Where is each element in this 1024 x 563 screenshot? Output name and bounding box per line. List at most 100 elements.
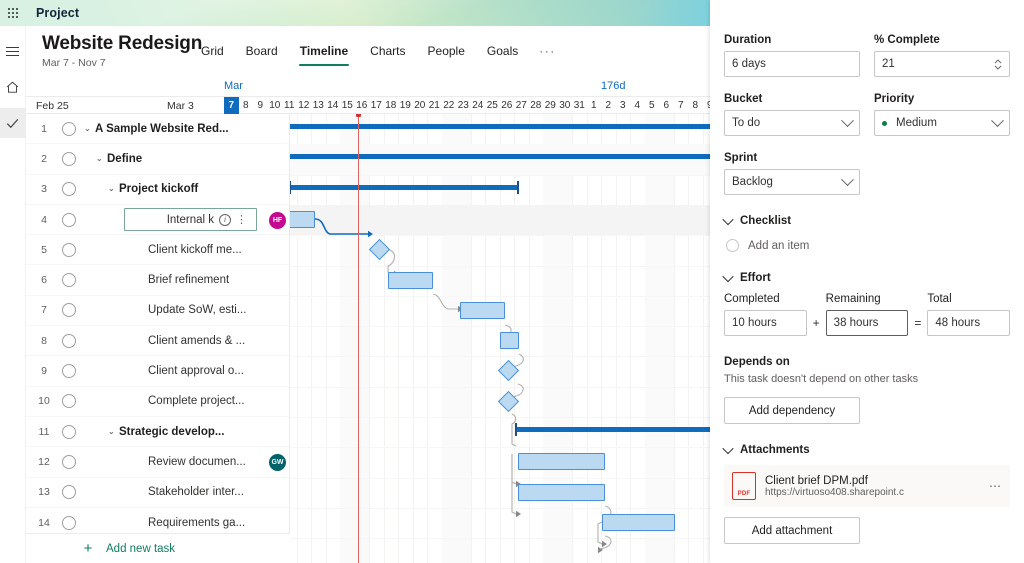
table-row[interactable]: 7Update SoW, esti...	[26, 296, 289, 326]
task-complete-checkbox[interactable]	[62, 273, 76, 287]
ruler-day-cell[interactable]: 30	[558, 97, 573, 115]
ruler-day-cell[interactable]: 10	[268, 97, 283, 115]
table-row[interactable]: 6Brief refinement	[26, 265, 289, 295]
gantt-task-bar[interactable]	[500, 332, 519, 349]
ruler-day-cell[interactable]: 17	[369, 97, 384, 115]
table-row[interactable]: 2⌄Define	[26, 144, 289, 174]
tabs-overflow-button[interactable]: ···	[529, 42, 566, 68]
gantt-task-bar[interactable]	[388, 272, 433, 289]
ruler-day-cell[interactable]: 29	[543, 97, 558, 115]
add-attachment-button[interactable]: Add attachment	[724, 517, 860, 544]
table-row[interactable]: 11⌄Strategic develop...	[26, 417, 289, 447]
ruler-day-cell[interactable]: 22	[442, 97, 457, 115]
chevron-down-icon[interactable]: ⌄	[108, 184, 117, 193]
table-row[interactable]: 3⌄Project kickoff	[26, 175, 289, 205]
sprint-select[interactable]: Backlog	[724, 169, 860, 195]
ruler-day-cell[interactable]: 6	[659, 97, 674, 115]
effort-section-header[interactable]: Effort	[724, 272, 1010, 284]
task-name[interactable]: Client amends & ...	[84, 335, 289, 347]
task-name[interactable]: ⌄Project kickoff	[84, 183, 289, 195]
priority-select[interactable]: Medium	[874, 110, 1010, 136]
ruler-day-cell[interactable]: 27	[514, 97, 529, 115]
task-complete-checkbox[interactable]	[62, 425, 76, 439]
ruler-day-cell[interactable]: 2	[601, 97, 616, 115]
ruler-day-cell[interactable]: 8	[688, 97, 703, 115]
task-assignee-avatar[interactable]: GW	[269, 454, 286, 471]
app-launcher-icon[interactable]	[0, 0, 26, 26]
ruler-day-cell[interactable]: 18	[384, 97, 399, 115]
tab-charts[interactable]: Charts	[359, 42, 416, 68]
task-complete-checkbox[interactable]	[62, 455, 76, 469]
gantt-task-bar[interactable]	[518, 453, 605, 470]
ruler-day-cell[interactable]: 4	[630, 97, 645, 115]
ruler-day-cell[interactable]: 31	[572, 97, 587, 115]
effort-completed-input[interactable]: 10 hours	[724, 310, 807, 336]
task-complete-checkbox[interactable]	[62, 394, 76, 408]
spinner-icon[interactable]	[994, 59, 1002, 70]
task-name[interactable]: Stakeholder inter...	[84, 486, 289, 498]
task-complete-checkbox[interactable]	[62, 182, 76, 196]
task-complete-checkbox[interactable]	[62, 243, 76, 257]
duration-input[interactable]: 6 days	[724, 51, 860, 77]
table-row[interactable]: 5Client kickoff me...	[26, 235, 289, 265]
info-icon[interactable]: i	[219, 214, 231, 226]
table-row[interactable]: 9Client approval o...	[26, 356, 289, 386]
ruler-day-cell[interactable]: 24	[471, 97, 486, 115]
ruler-day-cell[interactable]: 15	[340, 97, 355, 115]
gantt-task-bar[interactable]	[460, 302, 505, 319]
gantt-task-bar[interactable]	[518, 484, 605, 501]
task-name[interactable]: Brief refinement	[84, 274, 289, 286]
task-name[interactable]: ⌄A Sample Website Red...	[84, 123, 289, 135]
task-name[interactable]: Requirements ga...	[84, 517, 289, 529]
table-row[interactable]: 12Review documen...GW	[26, 447, 289, 477]
tab-timeline[interactable]: Timeline	[289, 42, 359, 68]
ruler-day-cell[interactable]: 11	[282, 97, 297, 115]
task-assignee-avatar[interactable]: HF	[269, 212, 286, 229]
task-complete-checkbox[interactable]	[62, 516, 76, 530]
ruler-day-cell[interactable]: 28	[529, 97, 544, 115]
task-complete-checkbox[interactable]	[62, 364, 76, 378]
ruler-day-cell[interactable]: 3	[616, 97, 631, 115]
ruler-day-cell[interactable]: 26	[500, 97, 515, 115]
ruler-day-cell[interactable]: 21	[427, 97, 442, 115]
table-row[interactable]: 13Stakeholder inter...	[26, 478, 289, 508]
task-name[interactable]: ⌄Strategic develop...	[84, 426, 289, 438]
checklist-add-item[interactable]: Add an item	[724, 239, 1010, 252]
tab-goals[interactable]: Goals	[476, 42, 529, 68]
task-complete-checkbox[interactable]	[62, 152, 76, 166]
suite-title[interactable]: Project	[36, 6, 79, 20]
ruler-day-cell[interactable]: 5	[645, 97, 660, 115]
task-complete-checkbox[interactable]	[62, 122, 76, 136]
tab-people[interactable]: People	[417, 42, 476, 68]
chevron-down-icon[interactable]: ⌄	[108, 427, 117, 436]
table-row[interactable]: 1⌄A Sample Website Red...	[26, 114, 289, 144]
add-new-task-row[interactable]: + Add new task	[26, 533, 290, 563]
ruler-day-cell[interactable]: 25	[485, 97, 500, 115]
task-name[interactable]: Client approval o...	[84, 365, 289, 377]
ruler-day-cell[interactable]: 20	[413, 97, 428, 115]
my-tasks-button[interactable]	[0, 108, 26, 138]
attachment-more-icon[interactable]: ⋯	[985, 479, 1002, 493]
chevron-down-icon[interactable]: ⌄	[84, 124, 93, 133]
ruler-day-cell[interactable]: 7	[674, 97, 689, 115]
tab-board[interactable]: Board	[235, 42, 289, 68]
ruler-day-cell[interactable]: 13	[311, 97, 326, 115]
ruler-day-cell[interactable]: 14	[326, 97, 341, 115]
menu-button[interactable]	[0, 36, 26, 66]
table-row[interactable]: 10Complete project...	[26, 387, 289, 417]
ruler-day-cell[interactable]: 9	[253, 97, 268, 115]
task-complete-checkbox[interactable]	[62, 334, 76, 348]
task-name[interactable]: ⌄Define	[84, 153, 289, 165]
task-complete-checkbox[interactable]	[62, 213, 76, 227]
ruler-day-cell[interactable]: 19	[398, 97, 413, 115]
task-name[interactable]: Update SoW, esti...	[84, 304, 289, 316]
gantt-task-bar[interactable]	[290, 211, 315, 228]
task-name[interactable]: Complete project...	[84, 395, 289, 407]
attachments-section-header[interactable]: Attachments	[724, 444, 1010, 456]
ruler-day-cell[interactable]: 23	[456, 97, 471, 115]
task-complete-checkbox[interactable]	[62, 303, 76, 317]
percent-complete-input[interactable]: 21	[874, 51, 1010, 77]
checklist-section-header[interactable]: Checklist	[724, 215, 1010, 227]
effort-remaining-input[interactable]: 38 hours	[826, 310, 909, 336]
task-name[interactable]: Client kickoff me...	[84, 244, 289, 256]
